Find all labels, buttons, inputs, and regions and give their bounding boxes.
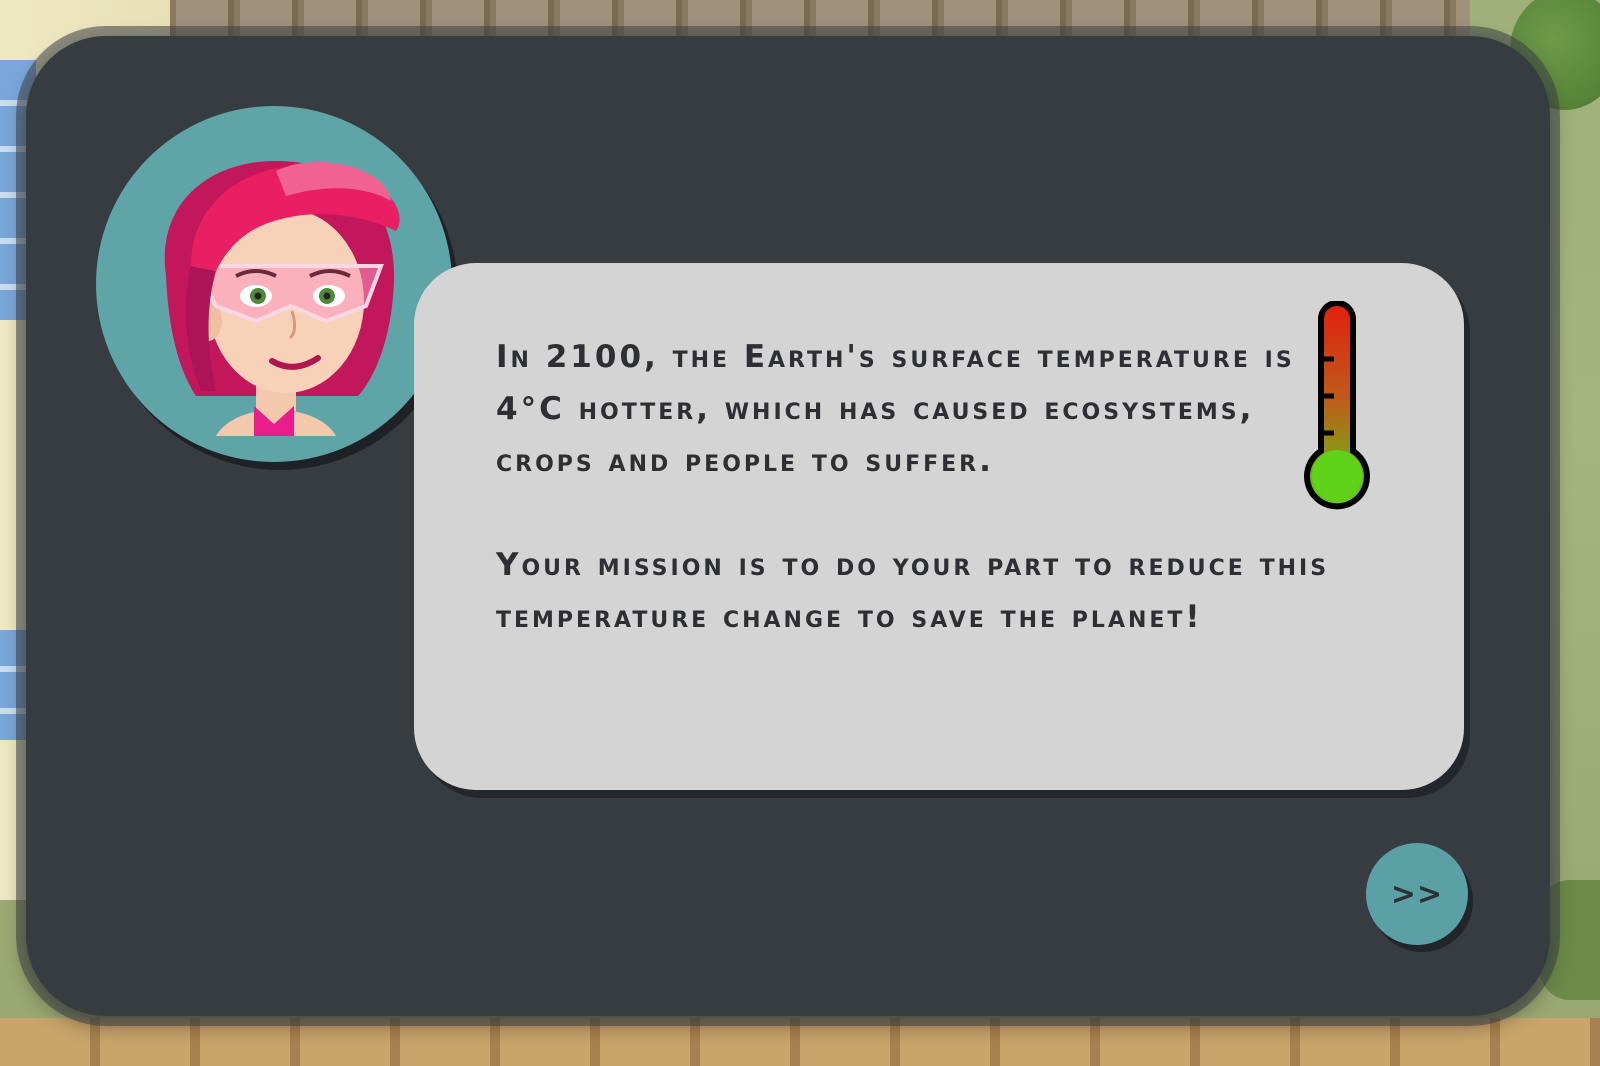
story-paragraph-2: Your mission is to do your part to reduc… <box>496 547 1330 635</box>
character-portrait-icon <box>164 161 400 436</box>
thermometer-icon <box>1301 300 1373 515</box>
character-avatar <box>96 106 452 462</box>
story-bubble: In 2100, the Earth's surface temperature… <box>414 263 1464 790</box>
next-button[interactable]: >> <box>1366 843 1468 945</box>
story-paragraph-1: In 2100, the Earth's surface temperature… <box>496 339 1295 479</box>
solar-panel <box>0 630 28 740</box>
story-text: In 2100, the Earth's surface temperature… <box>496 331 1356 643</box>
fence <box>0 1018 1600 1066</box>
